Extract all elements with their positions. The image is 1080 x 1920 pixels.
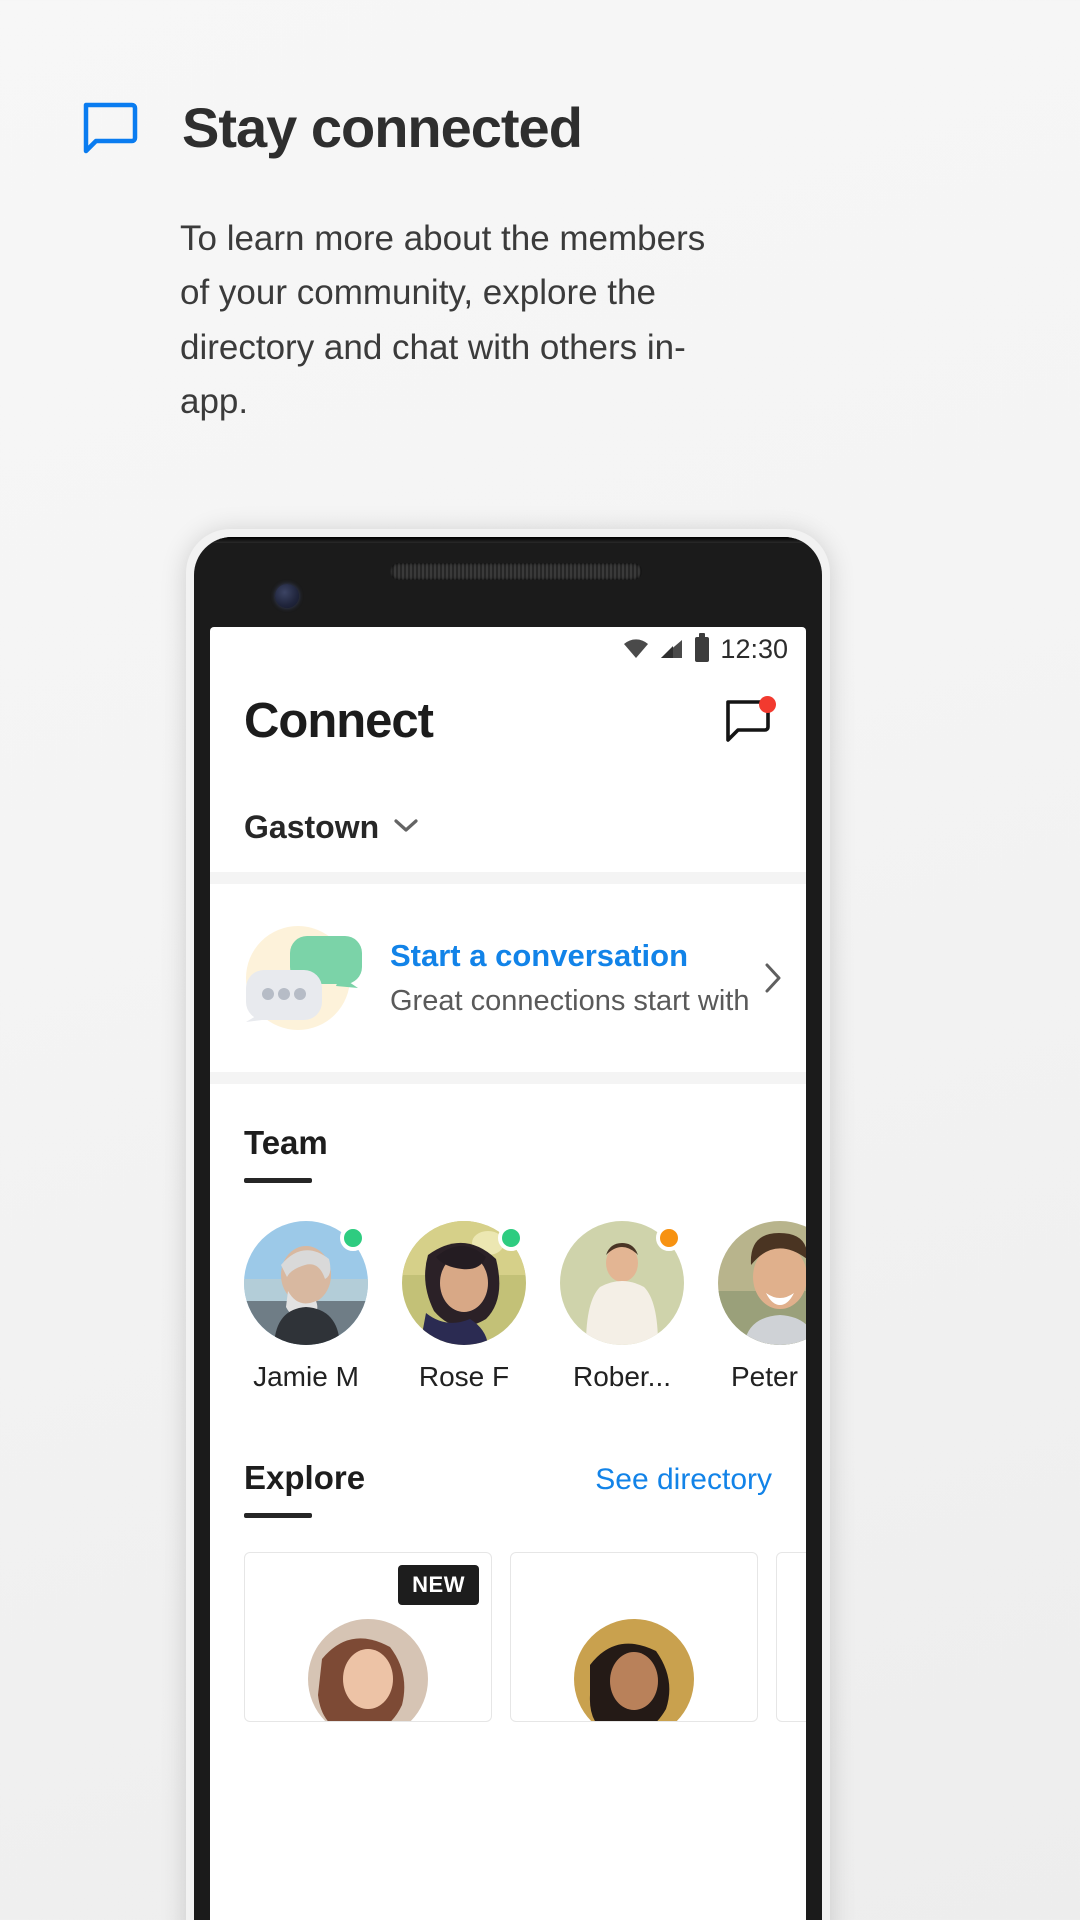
section-divider: [210, 872, 806, 884]
unread-badge: [759, 696, 776, 713]
status-indicator: [656, 1225, 682, 1251]
promo-body-text: To learn more about the members of your …: [180, 219, 706, 421]
phone-bezel: 12:30 Connect Gastown Start a conversati…: [194, 537, 822, 1920]
avatar[interactable]: [402, 1221, 526, 1345]
promo-block: Stay connected To learn more about the m…: [0, 0, 1080, 429]
status-bar: 12:30: [210, 627, 806, 671]
front-camera-icon: [275, 584, 299, 608]
wifi-icon: [623, 639, 649, 659]
app-title: Connect: [244, 694, 434, 748]
team-section-header: Team: [210, 1084, 806, 1183]
status-indicator: [498, 1225, 524, 1251]
explore-card-avatar: [308, 1619, 428, 1721]
team-member-name: Rober...: [572, 1361, 672, 1392]
earpiece-speaker: [390, 563, 642, 580]
explore-card-list[interactable]: NEW: [210, 1518, 806, 1722]
speech-bubbles-illustration: [232, 918, 382, 1038]
status-indicator: [340, 1225, 366, 1251]
chevron-right-icon: [762, 961, 784, 995]
explore-card[interactable]: NEW: [244, 1552, 492, 1722]
team-member-name: Peter M: [730, 1361, 806, 1392]
avatar-image: [718, 1221, 806, 1345]
explore-card[interactable]: [776, 1552, 806, 1722]
messages-button[interactable]: [724, 696, 776, 743]
chevron-down-icon: [393, 817, 419, 838]
community-name: Gastown: [244, 809, 380, 845]
team-member-name: Jamie M: [253, 1361, 359, 1392]
explore-section-header: Explore See directory: [210, 1393, 806, 1518]
avatar[interactable]: [244, 1221, 368, 1345]
avatar[interactable]: [560, 1221, 684, 1345]
phone-mockup: 12:30 Connect Gastown Start a conversati…: [186, 529, 830, 1920]
status-bar-clock: 12:30: [720, 633, 788, 664]
community-selector[interactable]: Gastown: [210, 749, 806, 872]
phone-screen: 12:30 Connect Gastown Start a conversati…: [210, 627, 806, 1920]
cell-signal-icon: [660, 639, 684, 659]
team-member[interactable]: Peter M: [718, 1221, 806, 1393]
start-conversation-card[interactable]: Start a conversation Great connections s…: [210, 884, 806, 1072]
battery-icon: [695, 632, 710, 662]
explore-card[interactable]: [510, 1552, 758, 1722]
conversation-card-title: Start a conversation: [390, 938, 689, 973]
chat-bubble-icon: [80, 102, 138, 154]
page-title: Stay connected: [182, 96, 583, 159]
headline-row: Stay connected: [0, 0, 1080, 156]
conversation-card-subtitle: Great connections start with 👋: [390, 985, 758, 1017]
team-section-title: Team: [244, 1124, 328, 1161]
explore-section-title: Explore: [244, 1459, 366, 1496]
see-directory-link[interactable]: See directory: [595, 1463, 772, 1497]
app-header: Connect: [210, 671, 806, 749]
new-badge: NEW: [398, 1565, 479, 1605]
team-member-list[interactable]: Jamie M Rose F Rober... Peter: [210, 1183, 806, 1393]
team-member[interactable]: Rose F: [402, 1221, 526, 1393]
team-member[interactable]: Jamie M: [244, 1221, 368, 1393]
avatar[interactable]: [718, 1221, 806, 1345]
section-divider-2: [210, 1072, 806, 1084]
conversation-card-text: Start a conversation Great connections s…: [390, 938, 758, 1018]
team-member-name: Rose F: [418, 1361, 510, 1392]
explore-card-avatar: [574, 1619, 694, 1721]
team-member[interactable]: Rober...: [560, 1221, 684, 1393]
